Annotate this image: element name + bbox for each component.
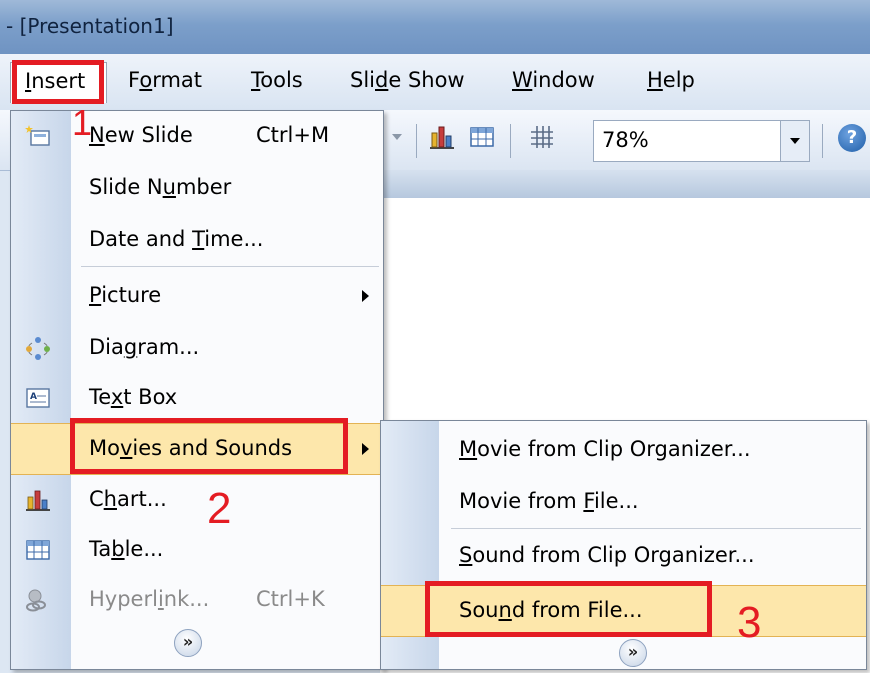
menu-item-picture[interactable]: Picture xyxy=(11,271,383,321)
menu-format-pre: F xyxy=(128,68,140,92)
menu-help-post: elp xyxy=(662,68,695,92)
submenu-item-label: Sound from Clip Organizer... xyxy=(459,543,755,567)
annotation-step2: 2 xyxy=(207,484,232,533)
submenu-arrow-icon xyxy=(362,443,369,455)
menu-slide-show[interactable]: Slide Show xyxy=(350,68,465,92)
annotation-step3: 3 xyxy=(737,598,762,647)
menu-item-label: Picture xyxy=(89,283,162,307)
menu-format-post: rmat xyxy=(152,68,203,92)
menu-item-new-slide[interactable]: New Slide Ctrl+M xyxy=(11,111,383,161)
text-box-icon: A xyxy=(26,388,50,408)
menu-window-accel: W xyxy=(512,68,533,92)
menu-slideshow-pre: Sli xyxy=(350,68,375,92)
menu-separator xyxy=(451,528,861,529)
menu-insert[interactable]: Insert xyxy=(10,62,107,103)
menu-insert-label: nsert xyxy=(31,69,86,93)
menu-window[interactable]: Window xyxy=(512,68,595,92)
menu-item-label: Chart... xyxy=(89,487,167,511)
table-icon xyxy=(26,540,50,560)
pane-header xyxy=(380,170,870,199)
hyperlink-icon xyxy=(26,589,46,612)
zoom-value: 78% xyxy=(602,128,649,152)
window-title: - [Presentation1] xyxy=(6,14,174,38)
submenu-item-sound-from-file[interactable]: Sound from File... xyxy=(381,585,866,637)
menu-item-label: Hyperlink... xyxy=(89,587,210,611)
annotation-step1: 1 xyxy=(72,102,93,143)
menu-item-label: Text Box xyxy=(89,385,178,409)
menu-item-label: Movies and Sounds xyxy=(89,436,293,460)
menu-item-movies-and-sounds[interactable]: Movies and Sounds xyxy=(11,423,383,475)
zoom-dropdown-button[interactable] xyxy=(780,121,809,161)
menu-item-diagram[interactable]: Diagram... xyxy=(11,323,383,373)
expand-menu-icon[interactable]: » xyxy=(174,629,202,657)
diagram-icon xyxy=(26,337,50,360)
menu-item-date-and-time[interactable]: Date and Time... xyxy=(11,215,383,265)
toolbar-separator xyxy=(510,124,511,158)
toolbar-separator xyxy=(416,124,417,158)
menu-item-slide-number[interactable]: Slide Number xyxy=(11,163,383,213)
submenu-item-label: Sound from File... xyxy=(459,598,643,622)
insert-chart-icon[interactable] xyxy=(428,123,456,151)
menu-item-chart[interactable]: Chart... xyxy=(11,475,383,525)
submenu-item-label: Movie from Clip Organizer... xyxy=(459,437,751,461)
menu-format-accel: o xyxy=(139,68,153,92)
menu-window-post: indow xyxy=(532,68,595,92)
insert-menu: New Slide Ctrl+M Slide Number Date and T… xyxy=(10,110,384,670)
menu-help[interactable]: Help xyxy=(647,68,695,92)
menu-item-label: Diagram... xyxy=(89,335,200,359)
zoom-combobox[interactable]: 78% xyxy=(593,120,810,162)
menu-tools[interactable]: Tools xyxy=(251,68,303,92)
toolbar-dropdown-arrow[interactable] xyxy=(392,134,402,140)
menu-item-label: Date and Time... xyxy=(89,227,264,251)
show-grid-icon[interactable] xyxy=(528,123,556,151)
expand-submenu-icon[interactable]: » xyxy=(619,639,647,667)
shortcut-label: Ctrl+K xyxy=(256,587,325,611)
menu-slideshow-post: e Show xyxy=(388,68,465,92)
menu-tools-post: ools xyxy=(260,68,303,92)
menu-tools-accel: T xyxy=(251,68,261,92)
chart-icon xyxy=(26,490,50,511)
submenu-arrow-icon xyxy=(362,290,369,302)
menu-item-label: New Slide xyxy=(89,123,193,147)
svg-text:A: A xyxy=(30,392,37,402)
menu-item-table[interactable]: Table... xyxy=(11,525,383,575)
new-slide-icon xyxy=(25,125,50,146)
insert-table-icon[interactable] xyxy=(468,123,496,151)
window-title-bar: - [Presentation1] xyxy=(0,0,870,54)
submenu-item-label: Movie from File... xyxy=(459,489,639,513)
menu-help-accel: H xyxy=(647,68,663,92)
submenu-item-sound-from-clip-organizer[interactable]: Sound from Clip Organizer... xyxy=(381,531,866,581)
movies-and-sounds-submenu: Movie from Clip Organizer... Movie from … xyxy=(380,420,867,670)
menu-item-label: Slide Number xyxy=(89,175,232,199)
menu-item-text-box[interactable]: A Text Box xyxy=(11,373,383,423)
submenu-item-movie-from-clip-organizer[interactable]: Movie from Clip Organizer... xyxy=(381,425,866,475)
menu-bar: Insert Format Tools Slide Show Window He… xyxy=(0,54,870,111)
submenu-item-movie-from-file[interactable]: Movie from File... xyxy=(381,477,866,527)
menu-item-hyperlink: Hyperlink... Ctrl+K xyxy=(11,575,383,625)
toolbar-separator xyxy=(822,124,823,158)
help-icon[interactable]: ? xyxy=(838,124,866,152)
menu-format[interactable]: Format xyxy=(128,68,202,92)
menu-separator xyxy=(81,266,379,267)
menu-slideshow-accel: d xyxy=(375,68,389,92)
shortcut-label: Ctrl+M xyxy=(256,123,330,147)
menu-item-label: Table... xyxy=(89,537,164,561)
